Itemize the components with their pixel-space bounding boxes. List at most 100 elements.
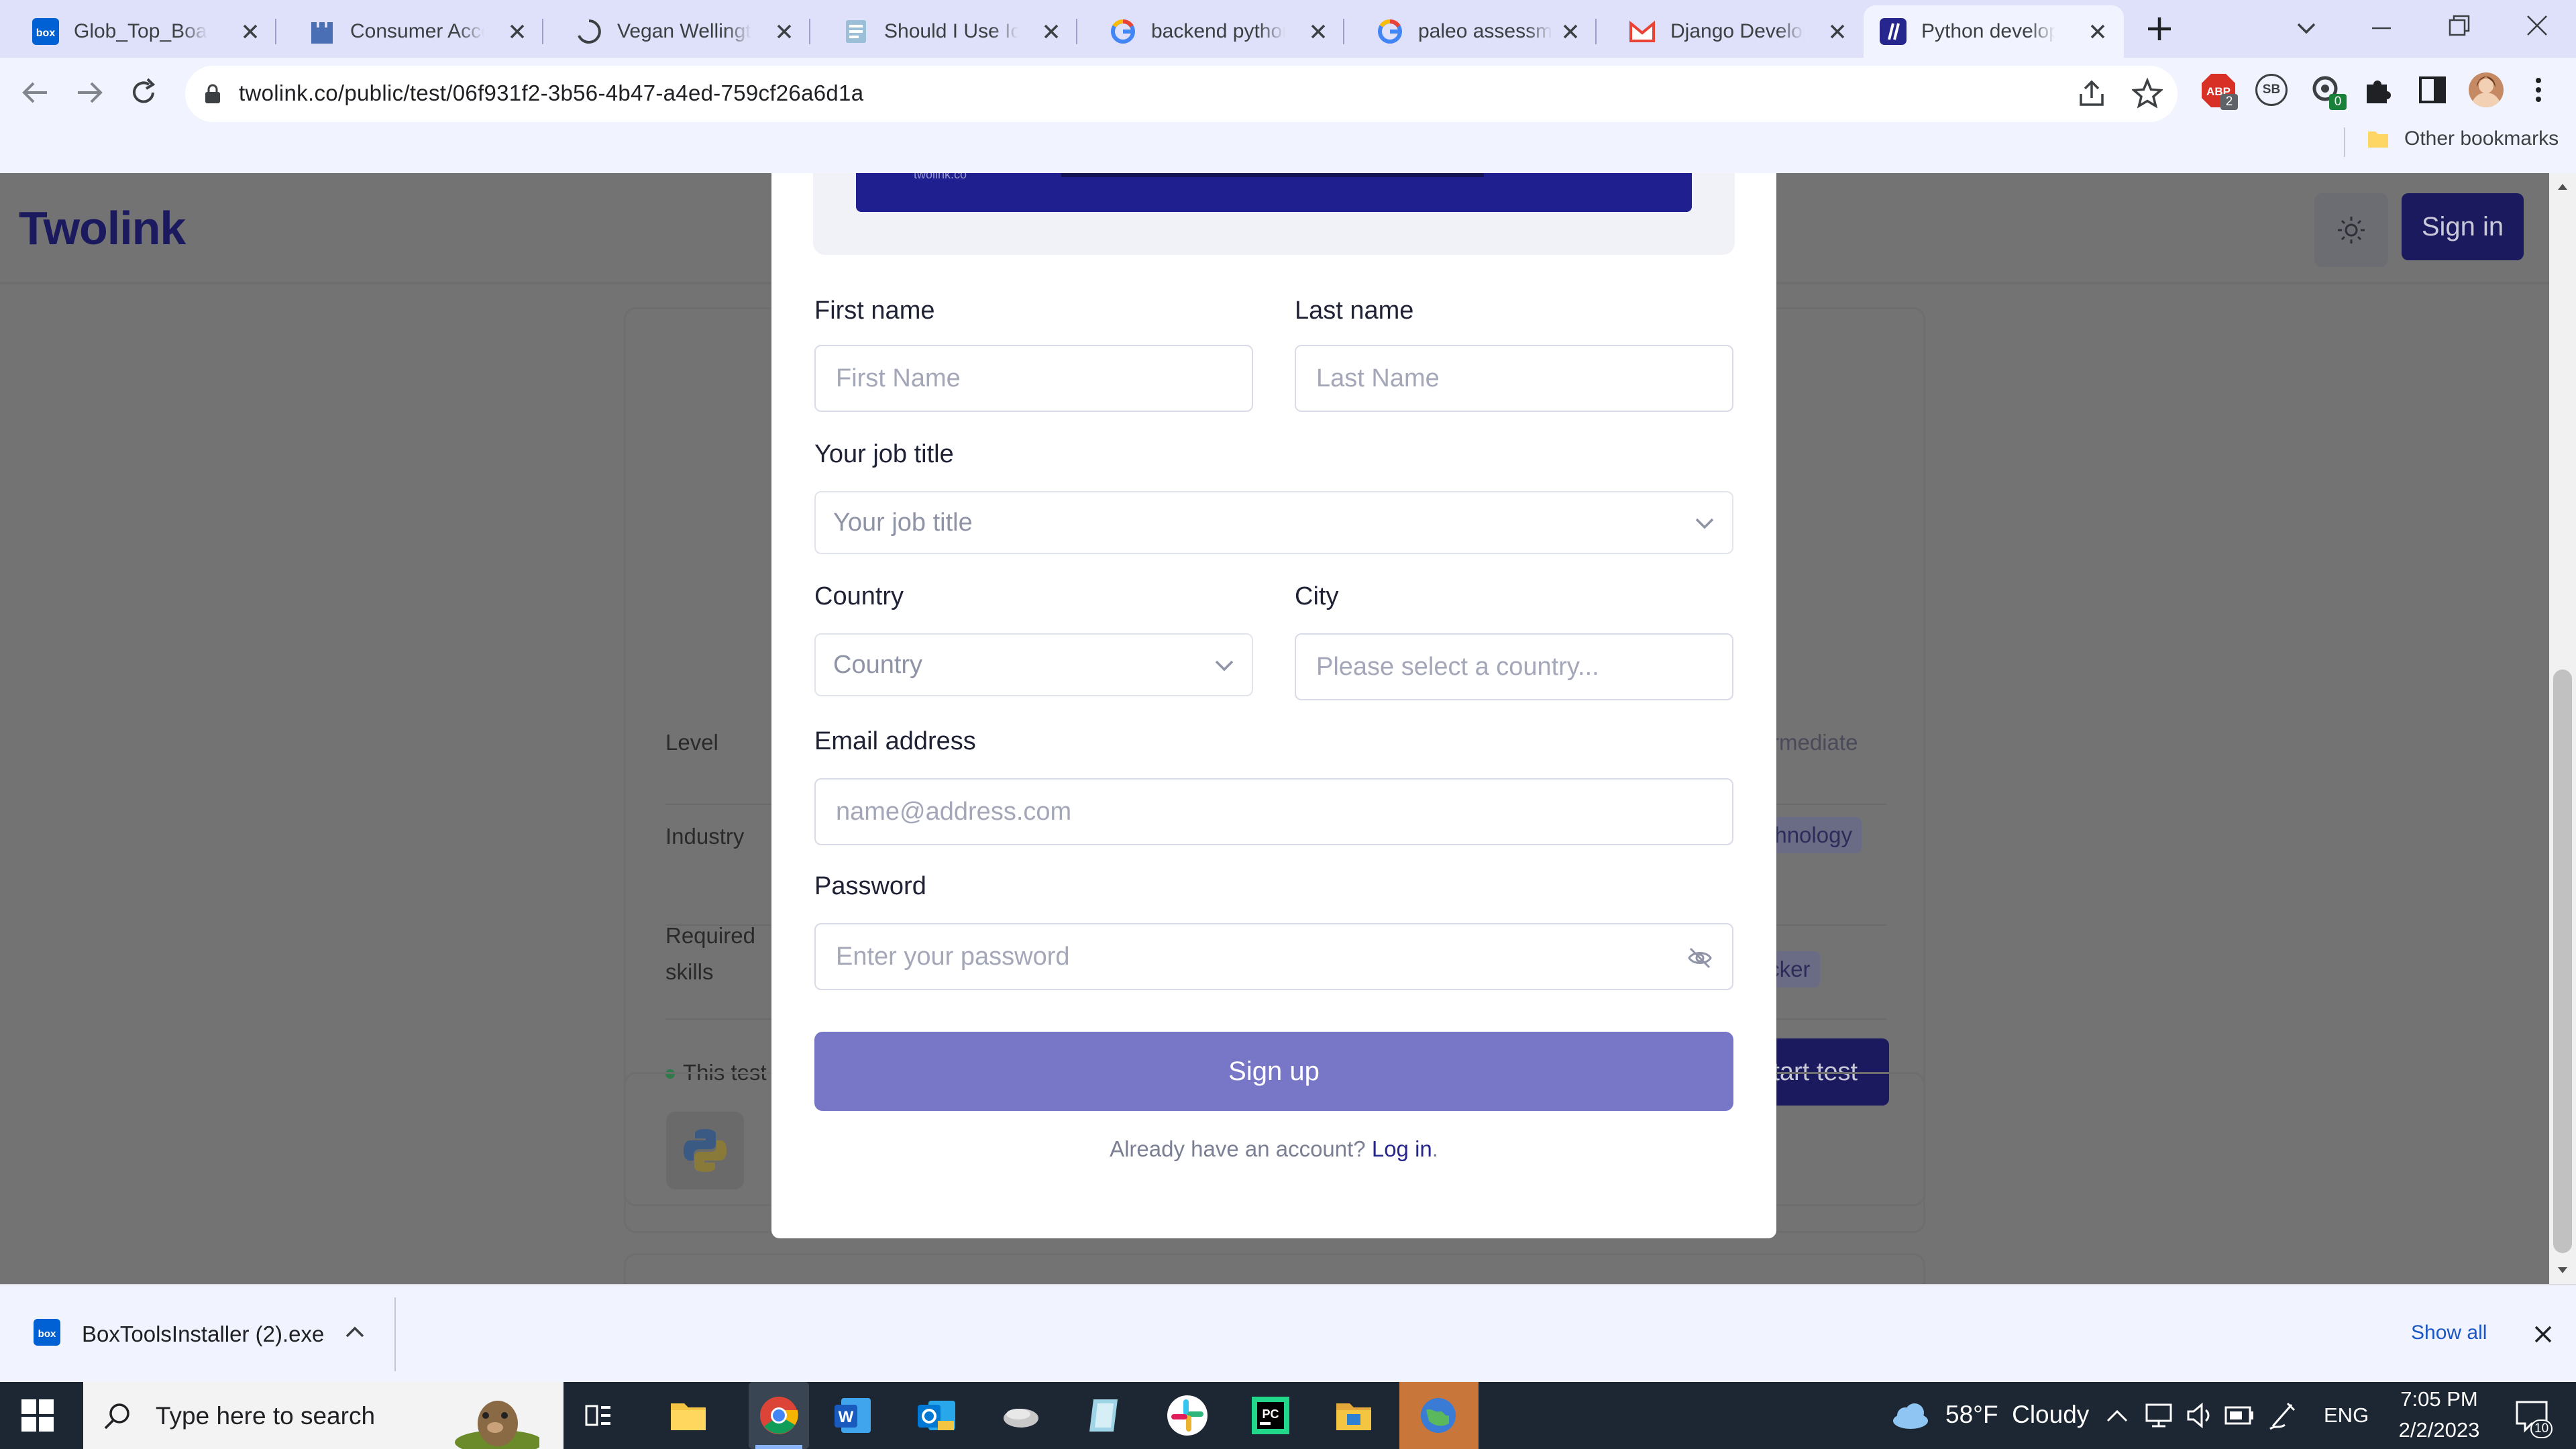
camera-extension[interactable]: 0	[2309, 72, 2347, 110]
sb-extension-icon[interactable]: SB	[2255, 74, 2288, 106]
task-view-icon[interactable]	[584, 1401, 613, 1430]
country-label: Country	[814, 582, 904, 610]
pen-icon[interactable]	[2267, 1399, 2298, 1432]
network-icon[interactable]	[2144, 1402, 2175, 1429]
pycharm-icon[interactable]: PC	[1249, 1394, 1292, 1437]
back-button[interactable]	[20, 78, 50, 107]
tab-glob-top-board[interactable]: box Glob_Top_Board_	[0, 5, 276, 58]
sun-icon	[2338, 217, 2365, 244]
svg-text:PC: PC	[1262, 1407, 1279, 1421]
share-icon[interactable]	[2077, 79, 2106, 109]
close-window-button[interactable]	[2524, 12, 2551, 39]
snipping-tool-icon[interactable]	[1000, 1394, 1042, 1437]
extensions-puzzle-icon[interactable]	[2363, 75, 2394, 106]
windows-taskbar: Type here to search W PC 58°F Cloudy ENG…	[0, 1382, 2576, 1449]
minimize-button[interactable]	[2368, 15, 2395, 42]
battery-icon[interactable]	[2224, 1403, 2255, 1428]
new-tab-button[interactable]	[2144, 13, 2175, 44]
restore-button[interactable]	[2446, 12, 2473, 39]
cloudy-weather-icon[interactable]	[1890, 1401, 1931, 1430]
sign-up-button[interactable]: Sign up	[814, 1032, 1733, 1111]
notification-count-badge: 10	[2530, 1419, 2553, 1438]
svg-text:W: W	[839, 1408, 854, 1426]
close-tab-icon[interactable]	[506, 20, 529, 43]
tab-vegan-wellington[interactable]: Vegan Wellington	[543, 5, 810, 58]
site-logo[interactable]: Twolink	[19, 201, 186, 255]
file-explorer-icon[interactable]	[667, 1394, 710, 1437]
log-in-link[interactable]: Log in	[1372, 1136, 1432, 1161]
last-name-input[interactable]: Last Name	[1295, 345, 1733, 412]
close-icon[interactable]	[2533, 1324, 2553, 1344]
close-tab-icon[interactable]	[1559, 20, 1582, 43]
tab-paleo-assessment[interactable]: paleo assessment	[1344, 5, 1597, 58]
search-icon	[104, 1403, 129, 1430]
forward-button[interactable]	[75, 78, 105, 107]
tab-django-developer[interactable]: Django Developer	[1597, 5, 1864, 58]
close-tab-icon[interactable]	[239, 20, 262, 43]
last-name-label: Last name	[1295, 297, 1414, 325]
password-input[interactable]: Enter your password	[814, 923, 1733, 990]
word-icon[interactable]: W	[832, 1394, 875, 1437]
adblock-extension[interactable]: ABP 2	[2200, 72, 2238, 110]
castle-icon	[309, 18, 335, 45]
scrollbar-thumb[interactable]	[2553, 669, 2572, 1253]
language-indicator[interactable]: ENG	[2324, 1403, 2369, 1428]
globe-app-taskbar-icon[interactable]	[1399, 1382, 1479, 1449]
twolink-icon	[1880, 18, 1907, 45]
tab-should-i-use-ice[interactable]: Should I Use Ice or	[810, 5, 1077, 58]
reload-button[interactable]	[129, 78, 158, 107]
signup-modal: twolink.co First name First Name Last na…	[771, 173, 1776, 1238]
chrome-taskbar-icon[interactable]	[749, 1382, 809, 1449]
notification-center[interactable]: 10	[2512, 1397, 2553, 1438]
first-name-input[interactable]: First Name	[814, 345, 1253, 412]
country-select[interactable]: Country	[814, 633, 1253, 696]
url-text[interactable]: twolink.co/public/test/06f931f2-3b56-4b4…	[239, 80, 863, 106]
city-input[interactable]: Please select a country...	[1295, 633, 1733, 700]
profile-avatar[interactable]	[2469, 72, 2504, 107]
address-bar[interactable]: twolink.co/public/test/06f931f2-3b56-4b4…	[185, 66, 2178, 122]
taskbar-search-box[interactable]: Type here to search	[83, 1382, 564, 1449]
other-bookmarks[interactable]: Other bookmarks	[2367, 127, 2559, 150]
python-logo-tile	[666, 1112, 744, 1189]
side-panel-icon[interactable]	[2418, 75, 2447, 105]
close-tab-icon[interactable]	[773, 20, 796, 43]
sign-in-button[interactable]: Sign in	[2402, 193, 2524, 260]
download-filename[interactable]: BoxToolsInstaller (2).exe	[82, 1322, 324, 1347]
close-tab-icon[interactable]	[1040, 20, 1063, 43]
minimize-icon	[2372, 27, 2391, 30]
eye-off-icon[interactable]	[1686, 945, 1713, 971]
page-scrollbar[interactable]	[2549, 173, 2576, 1284]
clock-date[interactable]: 2/2/2023	[2384, 1418, 2494, 1442]
close-tab-icon[interactable]	[1307, 20, 1330, 43]
bookmark-star-icon[interactable]	[2132, 78, 2163, 109]
box-icon: box	[32, 18, 59, 45]
show-all-downloads[interactable]: Show all	[2411, 1322, 2487, 1344]
slack-icon[interactable]	[1166, 1394, 1209, 1437]
tab-consumer-account[interactable]: Consumer Account	[276, 5, 543, 58]
theme-toggle-button[interactable]	[2314, 193, 2388, 267]
tab-python-developer[interactable]: Python developer	[1864, 5, 2124, 58]
tab-backend-python[interactable]: backend python d	[1077, 5, 1344, 58]
windows-start-icon[interactable]	[21, 1399, 54, 1432]
job-title-label: Your job title	[814, 440, 954, 468]
reload-icon	[133, 78, 156, 103]
svg-text:box: box	[36, 28, 56, 39]
chevron-up-icon[interactable]	[2105, 1407, 2129, 1424]
browser-toolbar: twolink.co/public/test/06f931f2-3b56-4b4…	[0, 58, 2576, 173]
menu-kebab-icon[interactable]	[2532, 76, 2545, 103]
email-input[interactable]: name@address.com	[814, 778, 1733, 845]
industry-label: Industry	[665, 824, 745, 849]
tab-search-button[interactable]	[2294, 16, 2318, 40]
folder-icon[interactable]	[1332, 1394, 1375, 1437]
chevron-up-icon[interactable]	[345, 1324, 365, 1340]
outlook-icon[interactable]	[915, 1394, 958, 1437]
close-tab-icon[interactable]	[1826, 20, 1849, 43]
clock-time[interactable]: 7:05 PM	[2384, 1387, 2494, 1411]
banner-text: twolink.co	[914, 173, 967, 181]
notes-app-icon[interactable]	[1083, 1394, 1126, 1437]
job-title-select[interactable]: Your job title	[814, 491, 1733, 554]
chevron-down-icon	[2297, 23, 2316, 34]
weather-text[interactable]: 58°F Cloudy	[1945, 1401, 2089, 1429]
volume-icon[interactable]	[2186, 1402, 2215, 1429]
close-tab-icon[interactable]	[2086, 20, 2109, 43]
